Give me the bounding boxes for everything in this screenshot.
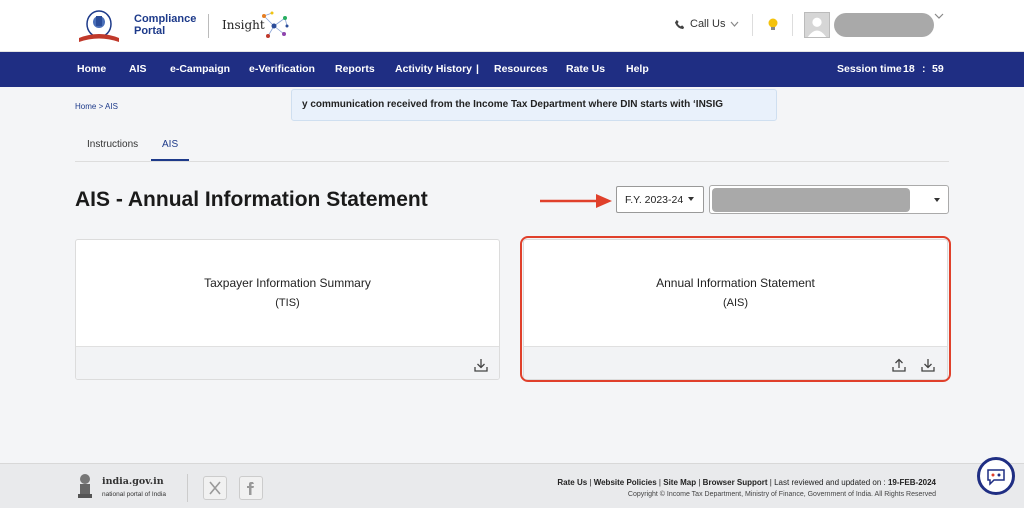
username-redacted[interactable] xyxy=(834,13,934,37)
download-icon[interactable] xyxy=(473,357,489,373)
footer-divider xyxy=(187,474,188,502)
nav-activity-history[interactable]: Activity History xyxy=(395,63,472,75)
pan-value-redacted xyxy=(712,188,910,212)
last-reviewed-label: Last reviewed and updated on : xyxy=(774,478,888,487)
main-nav: Home AIS e-Campaign e-Verification Repor… xyxy=(0,52,1024,87)
card-footer xyxy=(76,346,499,379)
card-subtitle: (TIS) xyxy=(275,297,300,309)
tab-ais[interactable]: AIS xyxy=(162,139,178,150)
footer-links: Rate Us | Website Policies | Site Map | … xyxy=(557,478,936,487)
ais-card-highlight xyxy=(520,236,951,382)
fy-select-value: F.Y. 2023-24 xyxy=(625,194,684,206)
footer-link-rate-us[interactable]: Rate Us xyxy=(557,478,587,487)
nav-help[interactable]: Help xyxy=(626,63,649,75)
footer-link-browser-support[interactable]: Browser Support xyxy=(703,478,768,487)
card-title: Taxpayer Information Summary xyxy=(204,276,371,290)
avatar[interactable] xyxy=(804,12,830,38)
caret-down-icon xyxy=(934,198,940,202)
breadcrumb-current: AIS xyxy=(105,102,118,111)
breadcrumb-separator: > xyxy=(98,102,104,111)
arrow-right-icon xyxy=(540,194,612,208)
national-emblem-icon xyxy=(78,474,92,498)
footer-link-site-map[interactable]: Site Map xyxy=(663,478,696,487)
session-seconds: 59 xyxy=(932,63,944,75)
facebook-icon[interactable] xyxy=(239,476,263,500)
call-us-label: Call Us xyxy=(690,18,726,30)
tis-card[interactable]: Taxpayer Information Summary (TIS) xyxy=(75,239,500,380)
session-time-label: Session time xyxy=(837,63,902,75)
chevron-down-icon xyxy=(731,21,739,27)
nav-rate-us[interactable]: Rate Us xyxy=(566,63,605,75)
bulb-icon[interactable] xyxy=(765,16,781,34)
nav-resources[interactable]: Resources xyxy=(494,63,548,75)
brand-divider xyxy=(208,14,209,38)
notice-marquee: y communication received from the Income… xyxy=(291,89,777,121)
tabs-divider xyxy=(75,161,949,162)
session-colon: : xyxy=(922,63,926,75)
breadcrumb-home[interactable]: Home xyxy=(75,102,96,111)
notice-text: y communication received from the Income… xyxy=(302,99,724,110)
india-gov-subtitle: national portal of India xyxy=(102,491,166,498)
india-gov-link[interactable]: india.gov.in xyxy=(102,476,164,487)
nav-divider: | xyxy=(476,63,479,75)
nav-e-verification[interactable]: e-Verification xyxy=(249,63,315,75)
nav-ais[interactable]: AIS xyxy=(129,63,147,75)
nav-home[interactable]: Home xyxy=(77,63,106,75)
chevron-down-icon[interactable] xyxy=(934,12,944,20)
header-divider xyxy=(752,14,753,36)
header-divider xyxy=(792,14,793,36)
breadcrumb: Home > AIS xyxy=(75,102,118,111)
page-title: AIS - Annual Information Statement xyxy=(75,188,428,211)
session-minutes: 18 xyxy=(903,63,915,75)
caret-down-icon xyxy=(688,197,694,201)
x-social-icon[interactable] xyxy=(203,476,227,500)
tab-instructions[interactable]: Instructions xyxy=(87,139,138,150)
nav-reports[interactable]: Reports xyxy=(335,63,375,75)
income-tax-logo[interactable] xyxy=(76,8,122,44)
brand-title[interactable]: Compliance Portal xyxy=(134,13,196,37)
nav-e-campaign[interactable]: e-Campaign xyxy=(170,63,230,75)
phone-icon xyxy=(674,19,685,29)
insight-network-icon xyxy=(262,11,289,38)
call-us-button[interactable]: Call Us xyxy=(674,18,739,30)
top-header: Compliance Portal Insight Call Us xyxy=(0,0,1024,52)
chatbot-icon[interactable] xyxy=(977,457,1015,495)
footer-link-website-policies[interactable]: Website Policies xyxy=(594,478,657,487)
copyright-text: Copyright © Income Tax Department, Minis… xyxy=(627,491,936,498)
last-reviewed-date: 19-FEB-2024 xyxy=(887,478,936,487)
